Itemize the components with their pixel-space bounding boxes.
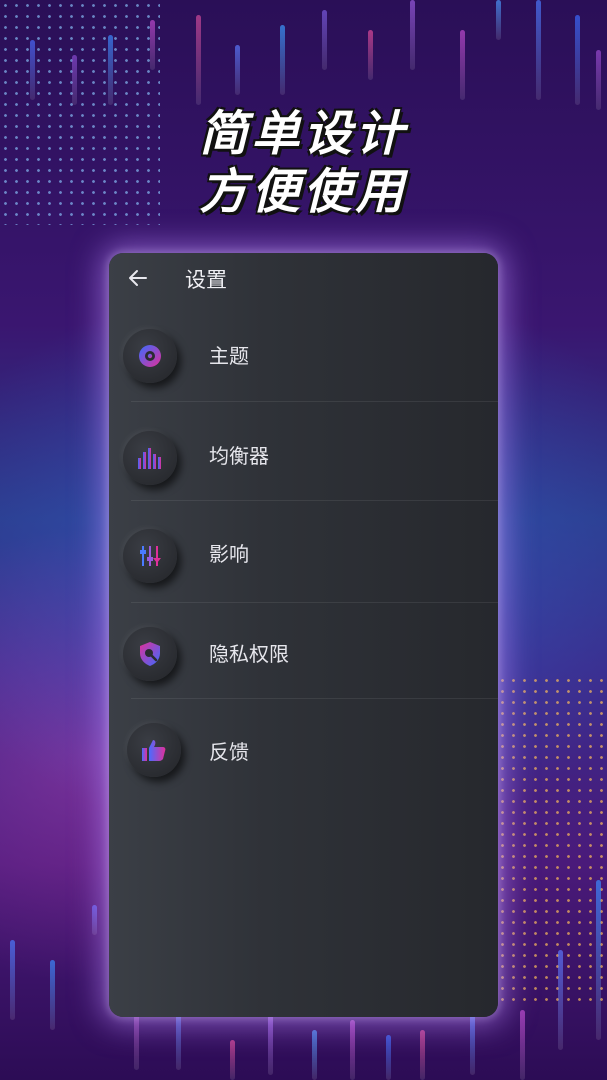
privacy-shield-icon [123,627,177,681]
divider [131,698,498,699]
equalizer-icon [123,431,177,485]
background-light-bar [50,960,55,1030]
theme-disc-icon [123,329,177,383]
divider [131,500,498,501]
background-light-bar [150,20,155,70]
arrow-left-icon[interactable] [125,267,151,293]
promo-headline-line2: 方便使用 [199,164,408,220]
menu-item-privacy[interactable]: 隐私权限 [109,603,498,703]
background-light-bar [280,25,285,95]
background-light-bar [410,0,415,70]
background-dots-bottom-right [497,675,607,1005]
thumbs-up-icon [127,723,181,777]
menu-item-effects[interactable]: 影响 [109,503,498,603]
background-light-bar [235,45,240,95]
menu-item-theme[interactable]: 主题 [109,305,498,405]
background-light-bar [108,35,113,105]
background-light-bar [350,1020,355,1080]
background-light-bar [92,905,97,935]
page-title: 设置 [185,268,227,292]
top-app-bar: 设置 [109,253,498,309]
background-light-bar [596,880,601,1040]
menu-item-label: 影响 [209,542,249,566]
menu-item-equalizer[interactable]: 均衡器 [109,403,498,503]
promo-headline-line1: 简单设计 [199,106,408,162]
background-light-bar [10,940,15,1020]
background-light-bar [368,30,373,80]
background-light-bar [312,1030,317,1080]
divider [131,401,498,402]
background-light-bar [72,55,77,105]
background-light-bar [536,0,541,100]
background-light-bar [386,1035,391,1080]
background-light-bar [30,40,35,100]
background-light-bar [470,1015,475,1075]
background-light-bar [268,1015,273,1075]
menu-item-label: 主题 [209,344,249,368]
menu-item-label: 反馈 [209,740,249,764]
background-light-bar [558,950,563,1050]
settings-screen: 设置 主题 均衡器 影响 隐私权限 反馈 [109,253,498,1017]
background-light-bar [420,1030,425,1080]
sliders-icon [123,529,177,583]
menu-item-feedback[interactable]: 反馈 [109,701,498,801]
background-light-bar [596,50,601,110]
promo-headline: 简单设计 方便使用 [0,105,607,221]
menu-item-label: 均衡器 [209,444,269,468]
background-light-bar [575,15,580,105]
background-light-bar [322,10,327,70]
background-light-bar [230,1040,235,1080]
background-light-bar [520,1010,525,1080]
background-light-bar [496,0,501,40]
background-light-bar [460,30,465,100]
menu-item-label: 隐私权限 [209,642,289,666]
background-light-bar [196,15,201,105]
